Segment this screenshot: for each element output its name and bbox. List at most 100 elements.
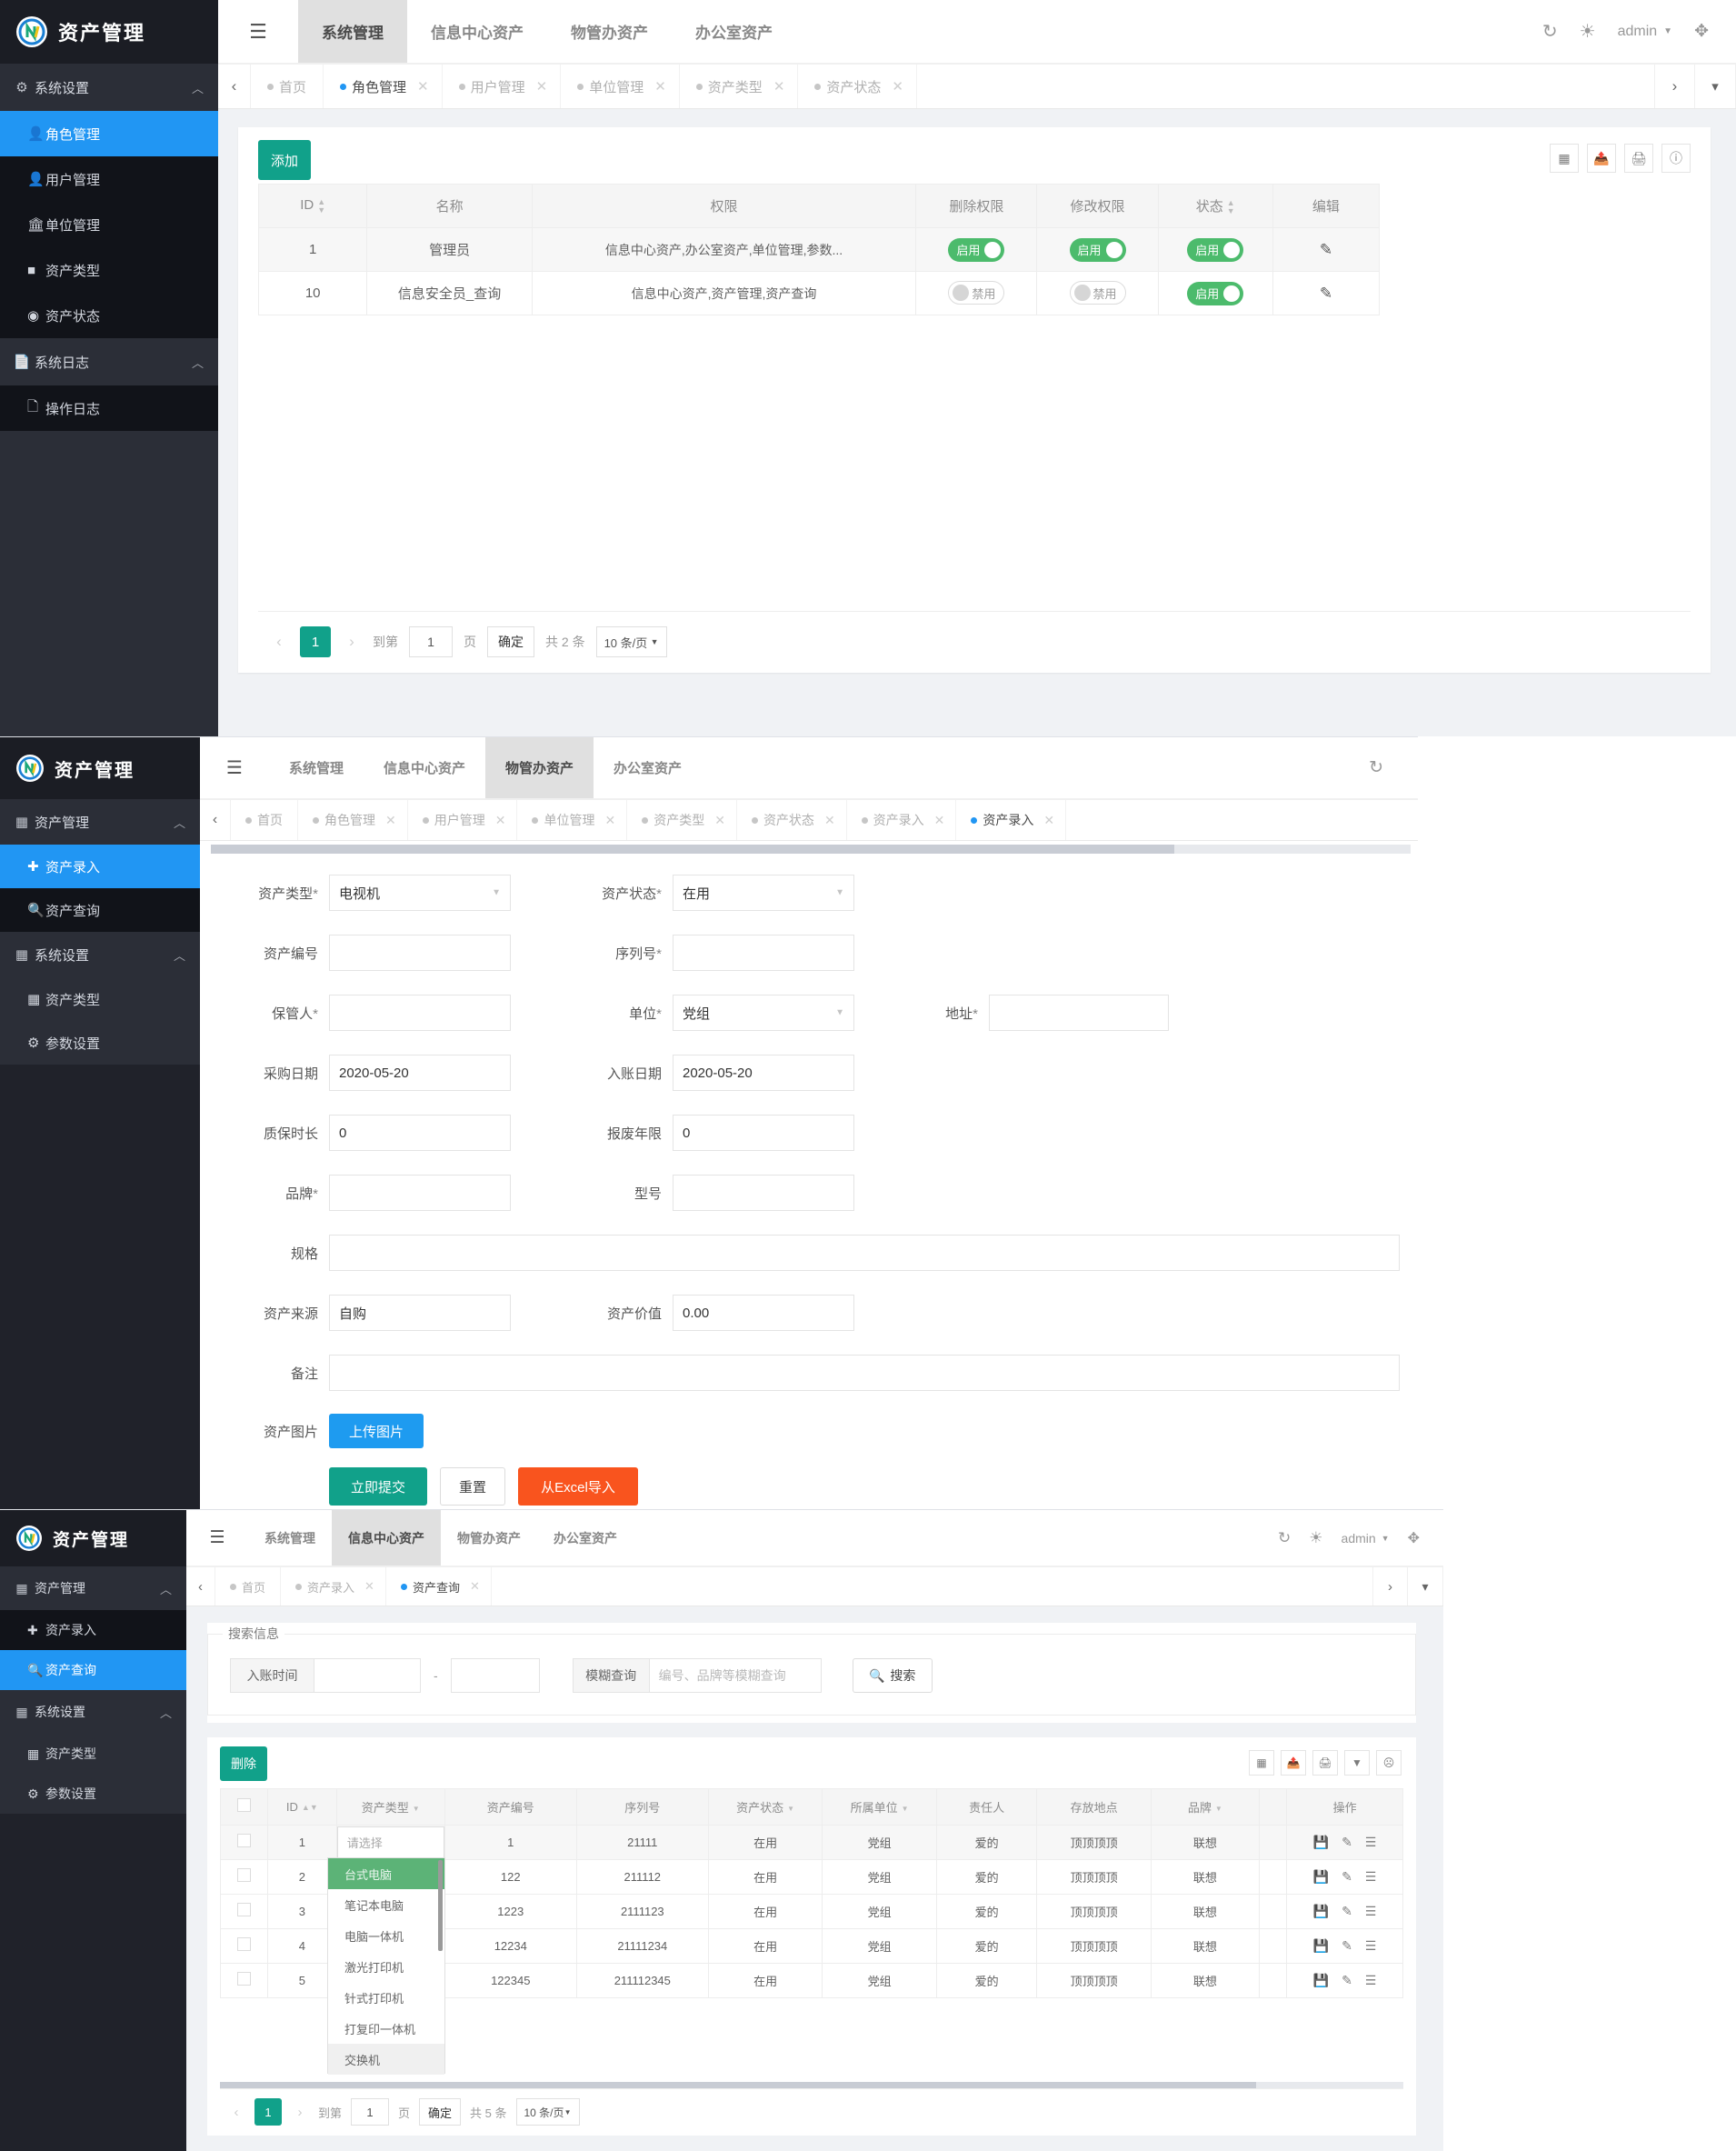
next-page-icon[interactable]: ›: [342, 626, 362, 657]
col-asset-state[interactable]: 资产状态 ▼: [707, 1788, 823, 1826]
tabstrip-next-icon[interactable]: ›: [1372, 1567, 1407, 1606]
horizontal-scrollbar[interactable]: [211, 845, 1411, 854]
top-nav-tab-infocenter[interactable]: 信息中心资产: [364, 737, 485, 798]
tabstrip-next-icon[interactable]: ›: [1654, 65, 1694, 108]
sidebar-group-system-settings[interactable]: ▦ 系统设置 ︿: [0, 932, 200, 977]
asset-no-input[interactable]: [329, 935, 511, 971]
address-input[interactable]: [989, 995, 1169, 1031]
sidebar-item-asset-query[interactable]: 🔍 资产查询: [0, 888, 200, 932]
export-icon[interactable]: 📤: [1281, 1750, 1306, 1776]
top-nav-tab-office[interactable]: 办公室资产: [672, 0, 796, 63]
close-icon[interactable]: ✕: [934, 813, 945, 828]
edit-icon[interactable]: ✎: [1320, 241, 1332, 258]
top-nav-tab-system[interactable]: 系统管理: [269, 737, 364, 798]
cell-select[interactable]: [220, 1859, 268, 1895]
model-input[interactable]: [673, 1175, 854, 1211]
page-size-select[interactable]: 10 条/页 ▼: [595, 626, 667, 657]
tabstrip-chip-unit[interactable]: 单位管理 ✕: [561, 65, 680, 108]
col-id[interactable]: ID▲▼: [257, 184, 368, 228]
cell-select[interactable]: [220, 1928, 268, 1964]
close-icon[interactable]: ✕: [1043, 813, 1054, 828]
col-select-all[interactable]: [220, 1788, 268, 1826]
confirm-button[interactable]: 确定: [419, 2098, 462, 2126]
print-icon[interactable]: 🖨: [1312, 1750, 1338, 1776]
edit-icon[interactable]: ✎: [1342, 1869, 1352, 1884]
columns-icon[interactable]: ▦: [1249, 1750, 1274, 1776]
remark-input[interactable]: [329, 1355, 1400, 1391]
download-icon[interactable]: ▼: [1344, 1750, 1370, 1776]
cell-asset-type[interactable]: 请选择: [335, 1825, 445, 1860]
menu-collapse-icon[interactable]: ☰: [200, 737, 269, 798]
asset-state-select[interactable]: 在用 ▼: [673, 875, 854, 911]
top-nav-tab-infocenter[interactable]: 信息中心资产: [407, 0, 547, 63]
fullscreen-icon[interactable]: ✥: [1408, 1529, 1420, 1547]
keeper-input[interactable]: [329, 995, 511, 1031]
user-menu[interactable]: admin ▼: [1342, 1531, 1390, 1546]
sidebar-item-asset-type[interactable]: ■ 资产类型: [0, 247, 218, 293]
tabstrip-chip-home[interactable]: 首页: [231, 800, 298, 840]
close-icon[interactable]: ✕: [536, 78, 548, 95]
top-nav-tab-office[interactable]: 办公室资产: [537, 1510, 634, 1566]
info-icon[interactable]: ⓘ: [1661, 144, 1691, 173]
modify-perm-toggle[interactable]: 禁用: [1069, 281, 1126, 305]
top-nav-tab-infocenter[interactable]: 信息中心资产: [332, 1510, 441, 1566]
select-all-checkbox[interactable]: [236, 1797, 251, 1812]
tabstrip-prev-icon[interactable]: ‹: [200, 800, 231, 840]
save-icon[interactable]: 💾: [1313, 1835, 1329, 1849]
col-id[interactable]: ID▲▼: [266, 1788, 337, 1826]
tabstrip-dropdown-icon[interactable]: ▾: [1407, 1567, 1443, 1606]
modify-perm-toggle[interactable]: 启用: [1069, 237, 1126, 262]
tabstrip-chip-asset-type[interactable]: 资产类型 ✕: [627, 800, 737, 840]
unit-select[interactable]: 党组 ▼: [673, 995, 854, 1031]
col-asset-type[interactable]: 资产类型 ▼: [335, 1788, 445, 1826]
col-state[interactable]: 状态 ▲ ▼: [1157, 184, 1273, 228]
goto-input[interactable]: 1: [409, 626, 453, 657]
detail-icon[interactable]: ☰: [1365, 1835, 1377, 1849]
tabstrip-chip-asset-state[interactable]: 资产状态 ✕: [798, 65, 917, 108]
asset-type-select[interactable]: 电视机 ▼: [329, 875, 511, 911]
close-icon[interactable]: ✕: [824, 813, 835, 828]
serial-no-input[interactable]: [673, 935, 854, 971]
detail-icon[interactable]: ☰: [1365, 1869, 1377, 1884]
refresh-icon[interactable]: ↻: [1278, 1529, 1291, 1547]
asset-type-dropdown[interactable]: 台式电脑 笔记本电脑 电脑一体机 激光打印机 针式打印机 打复印一体机 交换机: [327, 1857, 445, 2075]
tabstrip-prev-icon[interactable]: ‹: [186, 1567, 215, 1606]
top-nav-tab-property[interactable]: 物管办资产: [547, 0, 672, 63]
cell-select[interactable]: [220, 1894, 268, 1929]
value-input[interactable]: 0.00: [673, 1295, 854, 1331]
tabstrip-chip-asset-state[interactable]: 资产状态 ✕: [737, 800, 847, 840]
tabstrip-prev-icon[interactable]: ‹: [218, 65, 251, 108]
tabstrip-chip-user[interactable]: 用户管理 ✕: [443, 65, 562, 108]
delete-perm-toggle[interactable]: 禁用: [948, 281, 1005, 305]
detail-icon[interactable]: ☰: [1365, 1973, 1377, 1987]
page-number[interactable]: 1: [254, 2098, 282, 2126]
prev-page-icon[interactable]: ‹: [227, 2098, 245, 2126]
dropdown-option[interactable]: 笔记本电脑: [328, 1889, 444, 1920]
date-to-input[interactable]: [450, 1658, 540, 1693]
page-size-select[interactable]: 10 条/页 ▼: [515, 2098, 580, 2126]
edit-icon[interactable]: ✎: [1342, 1904, 1352, 1918]
reset-button[interactable]: 重置: [440, 1467, 505, 1506]
delete-button[interactable]: 删除: [220, 1746, 267, 1781]
warranty-input[interactable]: 0: [329, 1115, 511, 1151]
refresh-icon[interactable]: ↻: [1369, 757, 1383, 778]
sidebar-item-param-settings[interactable]: ⚙ 参数设置: [0, 1774, 186, 1814]
sidebar-item-role-management[interactable]: 👤 角色管理: [0, 111, 218, 156]
tabstrip-chip-home[interactable]: 首页: [215, 1567, 282, 1606]
table-row[interactable]: 1 管理员 信息中心资产,办公室资产,单位管理,参数... 启用 启用 启用 ✎: [257, 227, 1381, 272]
edit-icon[interactable]: ✎: [1342, 1938, 1352, 1953]
edit-icon[interactable]: ✎: [1342, 1835, 1352, 1849]
sidebar-item-unit-management[interactable]: 🏛 单位管理: [0, 202, 218, 247]
tabstrip-chip-role[interactable]: 角色管理 ✕: [324, 65, 443, 108]
export-icon[interactable]: 📤: [1587, 144, 1616, 173]
dropdown-option[interactable]: 激光打印机: [328, 1951, 444, 1982]
top-nav-tab-property[interactable]: 物管办资产: [485, 737, 594, 798]
asset-type-select[interactable]: 请选择: [336, 1826, 444, 1859]
upload-image-button[interactable]: 上传图片: [329, 1414, 424, 1448]
detail-icon[interactable]: ☰: [1365, 1904, 1377, 1918]
save-icon[interactable]: 💾: [1313, 1869, 1329, 1884]
sidebar-item-param-settings[interactable]: ⚙ 参数设置: [0, 1021, 200, 1065]
row-checkbox[interactable]: [236, 1936, 251, 1951]
top-nav-tab-system[interactable]: 系统管理: [298, 0, 407, 63]
refresh-icon[interactable]: ↻: [1542, 20, 1558, 43]
